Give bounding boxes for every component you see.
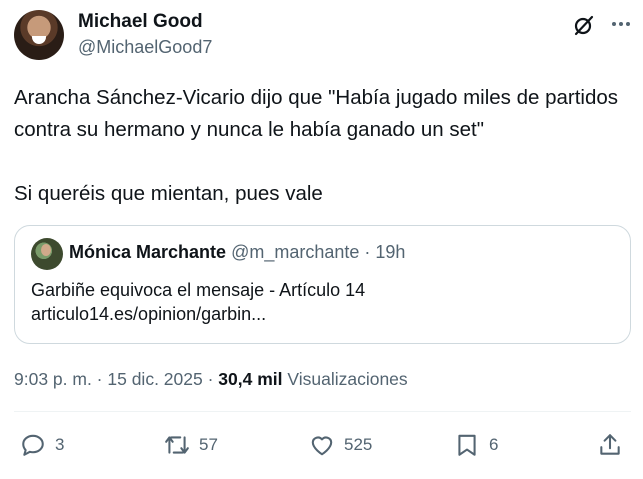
tweet-paragraph: Si queréis que mientan, pues vale — [14, 182, 323, 205]
share-button[interactable] — [597, 426, 623, 464]
quote-link[interactable]: articulo14.es/opinion/garbin... — [31, 304, 266, 325]
retweet-button[interactable]: 57 — [164, 426, 218, 464]
grok-icon[interactable] — [572, 13, 596, 37]
reply-button[interactable]: 3 — [20, 426, 64, 464]
retweet-count: 57 — [199, 435, 218, 454]
views-count: 30,4 mil — [218, 369, 283, 389]
like-button[interactable]: 525 — [309, 426, 372, 464]
quote-text: Garbiñe equivoca el mensaje - Artículo 1… — [31, 280, 366, 300]
views-label: Visualizaciones — [282, 369, 408, 389]
quote-avatar — [31, 238, 63, 270]
reply-count: 3 — [55, 435, 65, 454]
bookmark-count: 6 — [489, 435, 499, 454]
author-name[interactable]: Michael Good — [78, 11, 203, 33]
more-icon[interactable] — [609, 12, 633, 36]
reply-icon — [22, 434, 44, 456]
action-bar: 3 57 525 6 — [0, 426, 643, 464]
bookmark-button[interactable]: 6 — [454, 426, 498, 464]
share-icon — [600, 434, 620, 455]
quote-handle-time: @m_marchante · 19h — [231, 242, 406, 262]
bookmark-icon — [458, 434, 476, 456]
timestamp[interactable]: 9:03 p. m. · 15 dic. 2025 · — [14, 369, 218, 389]
quoted-tweet[interactable]: Mónica Marchante @m_marchante · 19h Garb… — [14, 225, 631, 344]
tweet-header: Michael Good @MichaelGood7 — [14, 10, 630, 62]
tweet-paragraph: Arancha Sánchez-Vicario dijo que "Había … — [14, 86, 619, 141]
tweet-text: Arancha Sánchez-Vicario dijo que "Había … — [14, 82, 624, 210]
author-avatar[interactable] — [14, 10, 64, 60]
like-count: 525 — [344, 435, 373, 454]
quote-author-name: Mónica Marchante — [69, 242, 227, 262]
divider — [14, 411, 631, 412]
retweet-icon — [165, 436, 189, 454]
tweet-meta: 9:03 p. m. · 15 dic. 2025 · 30,4 mil Vis… — [14, 369, 408, 390]
like-icon — [311, 436, 333, 456]
quote-header: Mónica Marchante @m_marchante · 19h — [69, 242, 405, 263]
author-handle[interactable]: @MichaelGood7 — [78, 37, 212, 58]
